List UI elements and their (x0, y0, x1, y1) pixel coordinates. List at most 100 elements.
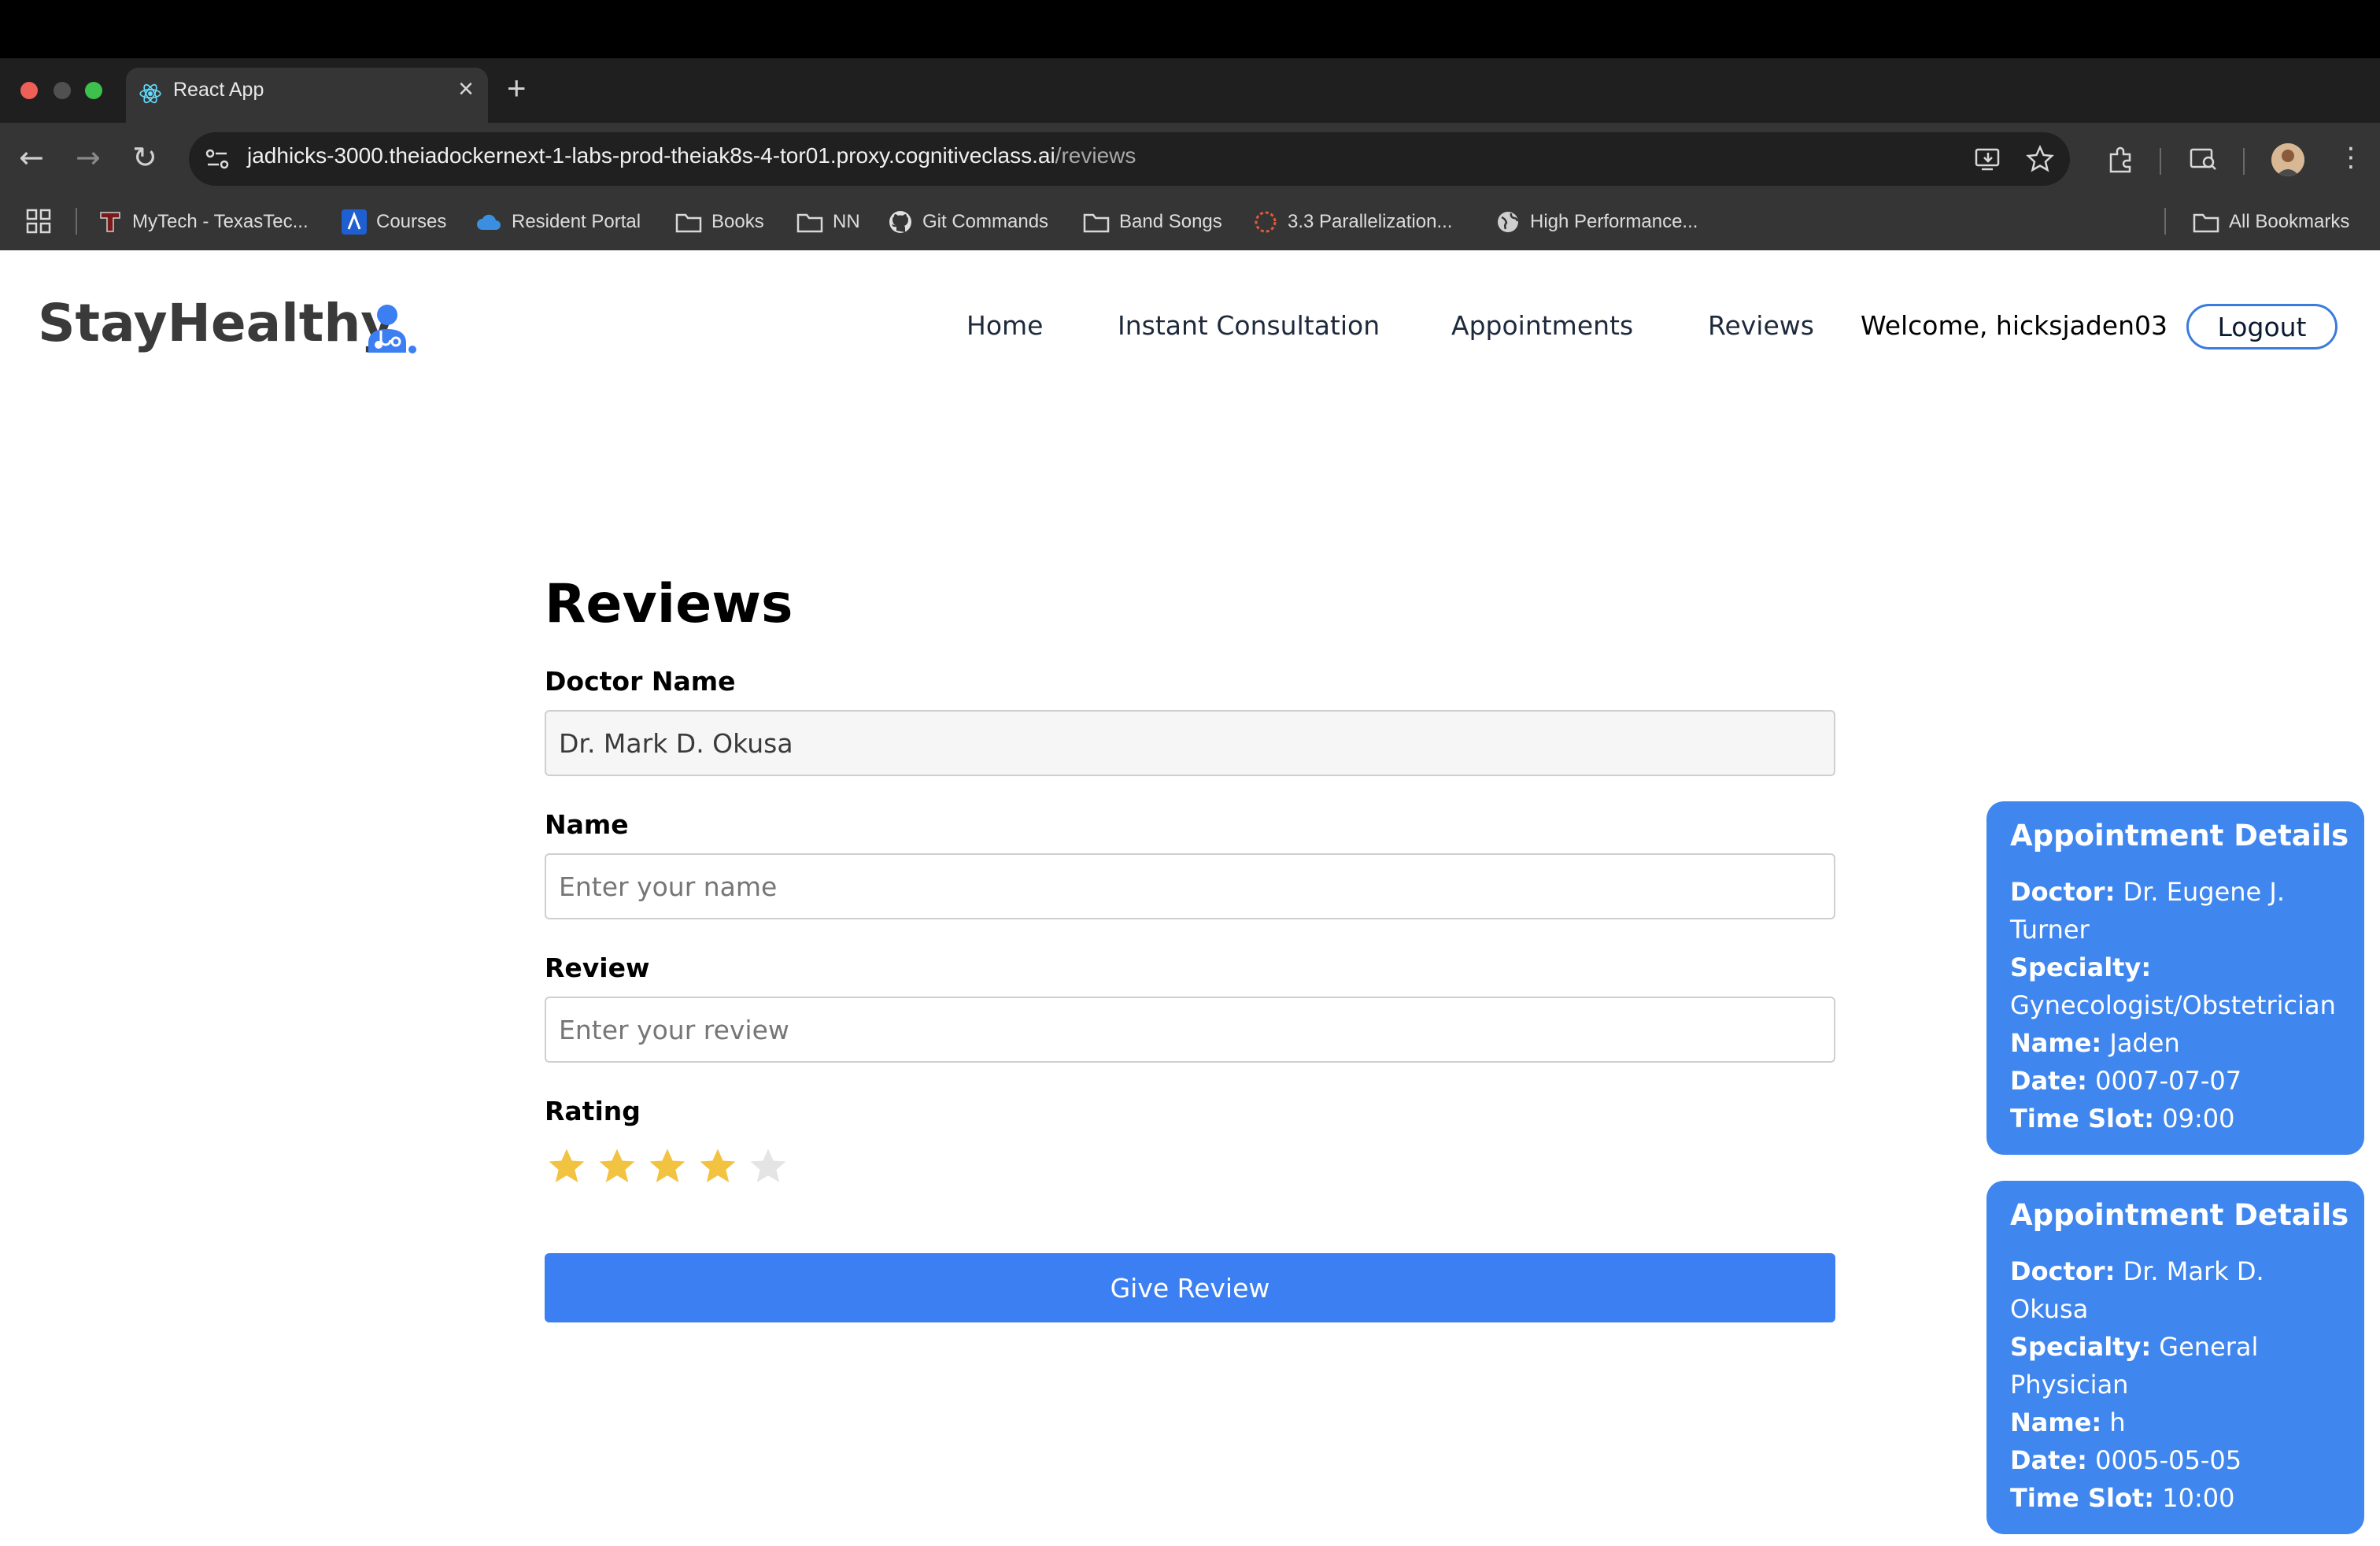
field-value: 0007-07-07 (2095, 1066, 2242, 1096)
appointment-doctor: Doctor: Dr. Mark D. Okusa (2010, 1252, 2341, 1328)
maximize-window-button[interactable] (85, 82, 102, 99)
review-input[interactable] (545, 997, 1835, 1063)
appointment-time-slot: Time Slot: 10:00 (2010, 1479, 2341, 1517)
field-label: Doctor: (2010, 1256, 2116, 1286)
nav-instant-consultation[interactable]: Instant Consultation (1118, 310, 1380, 341)
install-app-icon[interactable] (1972, 143, 2004, 175)
nav-reviews[interactable]: Reviews (1708, 310, 1814, 341)
star-filled-icon[interactable] (541, 1141, 592, 1192)
bookmark-label: NN (833, 211, 860, 232)
star-filled-icon[interactable] (642, 1141, 693, 1192)
all-bookmarks[interactable]: All Bookmarks (2193, 208, 2349, 236)
close-tab-icon[interactable]: × (458, 74, 474, 105)
profile-avatar[interactable] (2271, 143, 2304, 176)
field-label: Specialty: (2010, 952, 2152, 982)
bookmark-band-songs[interactable]: Band Songs (1083, 208, 1222, 236)
field-value: Gynecologist/Obstetrician (2010, 990, 2336, 1020)
welcome-text: Welcome, hicksjaden03 (1861, 310, 2168, 341)
bookmark-label: High Performance... (1530, 211, 1698, 232)
review-label: Review (545, 952, 650, 983)
bookmark-high-performance[interactable]: High Performance... (1495, 208, 1698, 236)
folder-icon (675, 213, 702, 233)
bookmark-parallelization[interactable]: 3.3 Parallelization... (1253, 208, 1452, 236)
star-empty-icon[interactable] (743, 1141, 793, 1192)
browser-menu-icon[interactable]: ⋮ (2338, 140, 2364, 175)
star-filled-icon[interactable] (592, 1141, 642, 1192)
field-label: Name: (2010, 1028, 2102, 1058)
user-avatar-icon (2271, 143, 2304, 176)
site-settings-icon[interactable] (201, 143, 233, 175)
bookmark-git-commands[interactable]: Git Commands (888, 208, 1048, 236)
nav-appointments[interactable]: Appointments (1451, 310, 1633, 341)
appointment-card: Appointment Details Doctor: Dr. Mark D. … (1986, 1181, 2364, 1534)
field-label: Time Slot: (2010, 1104, 2155, 1134)
browser-tab[interactable]: React App × (126, 68, 488, 123)
bookmark-courses[interactable]: Courses (342, 208, 446, 236)
star-filled-icon[interactable] (693, 1141, 743, 1192)
all-bookmarks-label: All Bookmarks (2229, 211, 2350, 232)
give-review-button[interactable]: Give Review (545, 1253, 1835, 1322)
new-tab-button[interactable]: + (507, 69, 527, 107)
folder-icon (2193, 213, 2219, 233)
field-value: Jaden (2109, 1028, 2180, 1058)
bookmark-books[interactable]: Books (675, 208, 764, 236)
nav-home[interactable]: Home (966, 310, 1043, 341)
field-label: Name: (2010, 1407, 2102, 1437)
back-icon[interactable]: ← (19, 140, 44, 175)
minimize-window-button[interactable] (54, 82, 71, 99)
bookmark-label: Courses (376, 211, 447, 232)
name-input[interactable] (545, 853, 1835, 919)
apps-grid-icon[interactable] (25, 208, 52, 235)
bookmark-nn[interactable]: NN (796, 208, 860, 236)
field-label: Time Slot: (2010, 1483, 2155, 1513)
bookmarks-divider (2164, 208, 2166, 235)
field-label: Date: (2010, 1066, 2087, 1096)
field-label: Date: (2010, 1445, 2087, 1475)
appointment-card: Appointment Details Doctor: Dr. Eugene J… (1986, 801, 2364, 1155)
appointment-card-title: Appointment Details (2010, 1198, 2349, 1232)
screen-top-bar (0, 0, 2380, 58)
tab-search-icon[interactable] (2188, 143, 2219, 175)
close-window-button[interactable] (20, 82, 38, 99)
toolbar-divider (2243, 148, 2245, 175)
star-rating[interactable] (541, 1141, 793, 1192)
doctor-name-field[interactable] (545, 710, 1835, 776)
appointment-name: Name: h (2010, 1404, 2341, 1441)
appointment-date: Date: 0007-07-07 (2010, 1062, 2341, 1100)
logout-button[interactable]: Logout (2186, 304, 2338, 350)
brand-logo-text[interactable]: StayHealthy (38, 293, 394, 353)
page-title: Reviews (545, 573, 793, 635)
field-label: Specialty: (2010, 1332, 2152, 1362)
bookmark-label: Resident Portal (512, 211, 641, 232)
appointment-name: Name: Jaden (2010, 1024, 2341, 1062)
field-value: 0005-05-05 (2095, 1445, 2242, 1475)
url-host: jadhicks-3000.theiadockernext-1-labs-pro… (247, 143, 1055, 168)
folder-icon (1083, 213, 1110, 233)
bookmark-label: Band Songs (1119, 211, 1222, 232)
github-icon (889, 211, 911, 233)
bookmark-resident-portal[interactable]: Resident Portal (475, 208, 641, 236)
reload-icon[interactable]: ↻ (132, 140, 157, 175)
field-value: 09:00 (2162, 1104, 2235, 1134)
rating-label: Rating (545, 1096, 641, 1126)
courses-icon (342, 209, 367, 235)
appointment-specialty: Specialty: General Physician (2010, 1328, 2341, 1404)
appointment-specialty: Specialty: Gynecologist/Obstetrician (2010, 949, 2341, 1024)
forward-icon[interactable]: → (76, 140, 101, 175)
bookmark-label: Books (711, 211, 764, 232)
toolbar-divider (2160, 148, 2161, 175)
url-path: /reviews (1055, 143, 1136, 168)
field-label: Doctor: (2010, 877, 2116, 907)
appointment-date: Date: 0005-05-05 (2010, 1441, 2341, 1479)
appointment-card-title: Appointment Details (2010, 819, 2349, 853)
doctor-name-label: Doctor Name (545, 666, 736, 697)
cloud-icon (477, 214, 501, 230)
react-icon (139, 83, 161, 104)
appointment-doctor: Doctor: Dr. Eugene J. Turner (2010, 873, 2341, 949)
field-value: h (2109, 1407, 2126, 1437)
extensions-icon[interactable] (2105, 143, 2136, 175)
url-text[interactable]: jadhicks-3000.theiadockernext-1-labs-pro… (247, 143, 1136, 168)
bookmark-mytech[interactable]: MyTech - TexasTec... (98, 208, 309, 236)
folder-icon (796, 213, 823, 233)
bookmark-star-icon[interactable] (2024, 143, 2056, 175)
